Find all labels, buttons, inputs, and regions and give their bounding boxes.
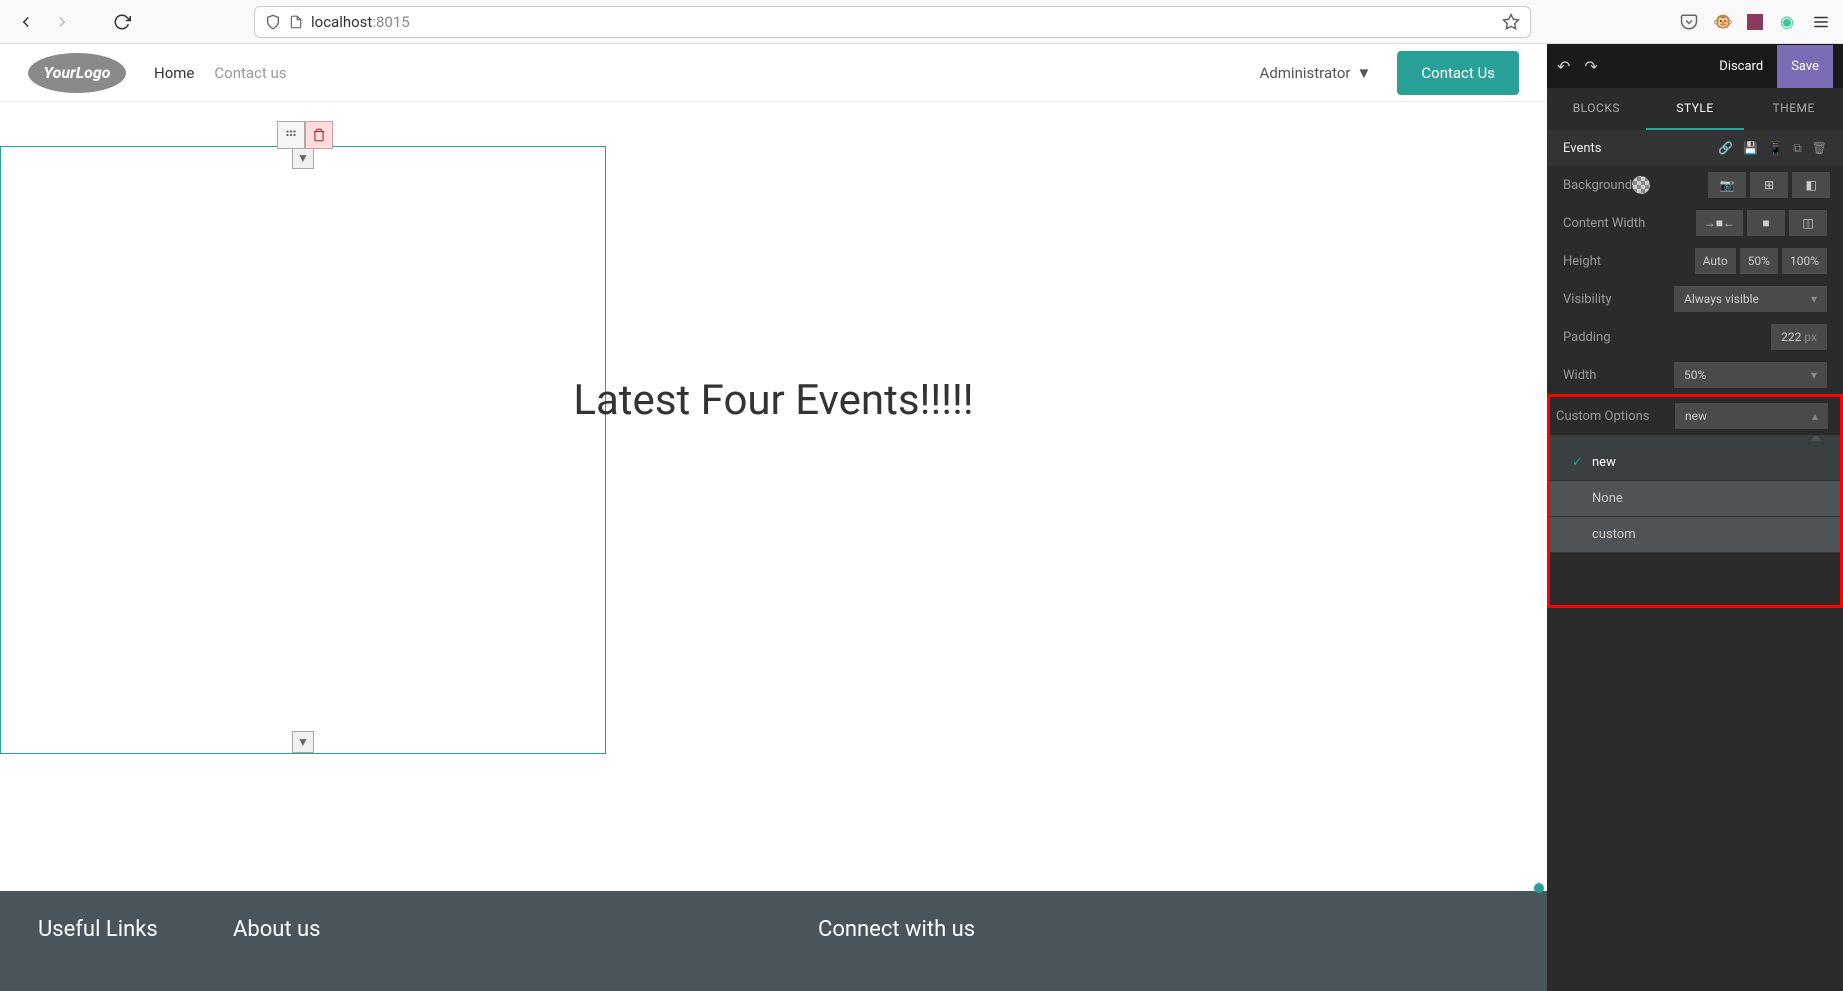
mobile-icon[interactable]: 📱 <box>1768 141 1783 156</box>
site-footer: Useful Links About us Connect with us <box>0 891 1547 991</box>
move-up-handle[interactable]: ▼ <box>292 147 314 169</box>
tab-theme[interactable]: THEME <box>1744 88 1843 130</box>
browser-toolbar: localhost:8015 🐵 ◉ <box>0 0 1843 44</box>
footer-about[interactable]: About us <box>233 917 818 965</box>
move-down-handle[interactable]: ▼ <box>292 731 314 753</box>
site-header: YourLogo Home Contact us Administrator ▼… <box>0 44 1547 102</box>
editor-sidebar: ↶ ↷ Discard Save BLOCKS STYLE THEME Even… <box>1547 44 1843 991</box>
trash-icon[interactable]: 🗑 <box>1812 141 1827 156</box>
visibility-select[interactable]: Always visible ▾ <box>1674 286 1827 312</box>
bg-shape-button[interactable]: ◧ <box>1792 172 1830 198</box>
prop-width: Width 50% ▾ <box>1547 356 1843 394</box>
undo-button[interactable]: ↶ <box>1557 57 1570 76</box>
caret-down-icon: ▼ <box>1357 64 1372 82</box>
bg-video-button[interactable]: ⊞ <box>1750 172 1788 198</box>
page-icon <box>289 15 303 29</box>
bg-image-button[interactable]: 📷 <box>1708 172 1746 198</box>
prop-height: Height Auto 50% 100% <box>1547 242 1843 280</box>
tab-blocks[interactable]: BLOCKS <box>1547 88 1646 130</box>
site-logo[interactable]: YourLogo <box>28 53 126 93</box>
ext-icon-2[interactable] <box>1747 14 1763 30</box>
custom-options-dropdown: ✓ new None custom <box>1550 435 1840 605</box>
ext-icon-3[interactable]: ◉ <box>1777 12 1797 32</box>
height-50[interactable]: 50% <box>1740 248 1778 274</box>
section-header: Events 🔗 💾 📱 ⧉ 🗑 <box>1547 130 1843 166</box>
prop-content-width: Content Width →■← ■ ◫ <box>1547 204 1843 242</box>
prop-background: Background 📷 ⊞ ◧ <box>1547 166 1843 204</box>
caret-up-icon: ▴ <box>1812 409 1818 423</box>
block-heading[interactable]: Latest Four Events!!!!! <box>0 374 1547 429</box>
drag-handle-icon[interactable] <box>277 121 305 149</box>
resize-dot[interactable] <box>1534 883 1544 893</box>
prop-padding: Padding 222 px <box>1547 318 1843 356</box>
width-full-button[interactable]: ◫ <box>1789 210 1827 236</box>
width-narrow-button[interactable]: →■← <box>1696 210 1743 236</box>
shield-icon <box>265 14 281 30</box>
custom-options-select[interactable]: new ▴ <box>1675 403 1828 429</box>
option-new[interactable]: ✓ new <box>1550 445 1840 481</box>
nav-home[interactable]: Home <box>154 64 194 82</box>
prop-custom-options: Custom Options new ▴ <box>1550 397 1840 435</box>
option-custom[interactable]: custom <box>1550 517 1840 553</box>
contact-us-button[interactable]: Contact Us <box>1397 51 1519 95</box>
bookmark-icon[interactable] <box>1502 13 1520 31</box>
link-icon[interactable]: 🔗 <box>1718 141 1733 156</box>
bg-color-swatch[interactable] <box>1632 176 1650 194</box>
height-100[interactable]: 100% <box>1782 248 1827 274</box>
nav-contact[interactable]: Contact us <box>214 64 286 82</box>
back-button[interactable] <box>12 8 40 36</box>
save-button[interactable]: Save <box>1777 45 1833 88</box>
copy-icon[interactable]: ⧉ <box>1793 141 1802 156</box>
pocket-icon[interactable] <box>1679 12 1699 32</box>
sidebar-tabs: BLOCKS STYLE THEME <box>1547 88 1843 130</box>
option-none[interactable]: None <box>1550 481 1840 517</box>
menu-icon[interactable] <box>1811 12 1831 32</box>
ext-icon-1[interactable]: 🐵 <box>1713 12 1733 32</box>
forward-button[interactable] <box>48 8 76 36</box>
save-template-icon[interactable]: 💾 <box>1743 141 1758 156</box>
discard-button[interactable]: Discard <box>1705 47 1777 86</box>
url-text: localhost:8015 <box>311 13 1494 31</box>
width-select[interactable]: 50% ▾ <box>1674 362 1827 388</box>
footer-connect[interactable]: Connect with us <box>818 917 975 965</box>
custom-options-highlight: Custom Options new ▴ ✓ new None <box>1547 394 1843 608</box>
redo-button[interactable]: ↷ <box>1584 57 1597 76</box>
tab-style[interactable]: STYLE <box>1646 88 1745 130</box>
height-auto[interactable]: Auto <box>1695 248 1736 274</box>
delete-block-button[interactable] <box>305 121 333 149</box>
page-canvas[interactable]: YourLogo Home Contact us Administrator ▼… <box>0 44 1547 991</box>
sidebar-topbar: ↶ ↷ Discard Save <box>1547 44 1843 88</box>
block-toolbar <box>277 121 333 149</box>
selected-block-outline[interactable]: ▼ ▼ <box>0 146 606 754</box>
prop-visibility: Visibility Always visible ▾ <box>1547 280 1843 318</box>
section-title: Events <box>1563 141 1601 156</box>
padding-input[interactable]: 222 px <box>1771 324 1827 350</box>
admin-dropdown[interactable]: Administrator ▼ <box>1260 64 1372 82</box>
width-medium-button[interactable]: ■ <box>1747 210 1785 236</box>
caret-down-icon: ▾ <box>1811 368 1817 382</box>
check-icon: ✓ <box>1572 455 1584 470</box>
reload-button[interactable] <box>108 8 136 36</box>
address-bar[interactable]: localhost:8015 <box>254 6 1531 38</box>
footer-useful-links[interactable]: Useful Links <box>38 917 233 965</box>
caret-down-icon: ▾ <box>1811 292 1817 306</box>
site-nav: Home Contact us <box>154 64 287 82</box>
